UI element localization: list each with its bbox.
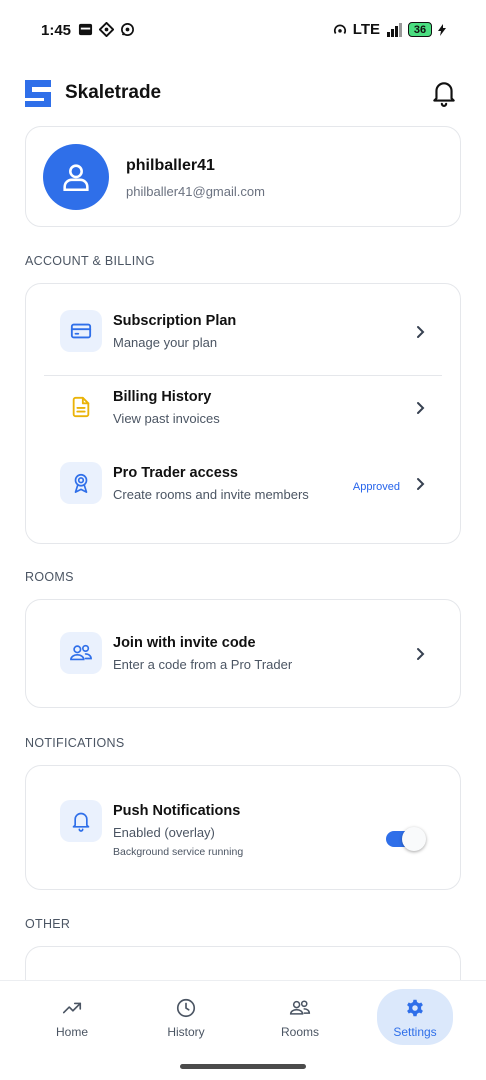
row-title: Billing History — [113, 389, 212, 405]
hotspot-icon — [333, 23, 346, 34]
status-system-icons: LTE 36 — [333, 21, 446, 38]
profile-card[interactable]: philballer41 philballer41@gmail.com — [25, 126, 461, 227]
row-title: Subscription Plan — [113, 313, 237, 329]
status-bar: 1:45 LTE 36 — [0, 0, 486, 60]
rooms-card: Join with invite code Enter a code from … — [25, 599, 461, 708]
users-icon — [289, 1000, 311, 1015]
clock-icon — [176, 998, 196, 1018]
subscription-icon-tile — [60, 310, 102, 352]
chevron-right-icon — [417, 326, 425, 338]
section-label-rooms: ROOMS — [25, 570, 74, 584]
section-label-notifications: NOTIFICATIONS — [25, 736, 125, 750]
chevron-right-icon — [417, 402, 425, 414]
row-title: Join with invite code — [113, 635, 256, 651]
app-header: Skaletrade — [25, 76, 461, 110]
status-time: 1:45 — [41, 22, 72, 39]
push-icon-tile — [60, 800, 102, 842]
nav-label: Rooms — [280, 1025, 319, 1039]
nav-rooms[interactable]: Rooms — [262, 989, 338, 1045]
app-title: Skaletrade — [65, 82, 162, 103]
gear-icon — [407, 999, 423, 1017]
nav-history[interactable]: History — [148, 989, 224, 1045]
settings-row-push-notifications: Push Notifications Enabled (overlay) Bac… — [26, 786, 462, 870]
row-title: Pro Trader access — [113, 465, 238, 481]
nav-label: History — [167, 1025, 205, 1039]
profile-email: philballer41@gmail.com — [126, 184, 265, 199]
push-notifications-toggle[interactable] — [386, 827, 426, 851]
notifications-bell-icon[interactable] — [431, 79, 457, 107]
home-indicator[interactable] — [180, 1064, 306, 1069]
status-badge: Approved — [352, 481, 400, 493]
billing-icon-tile — [60, 386, 102, 428]
account-billing-card: Subscription Plan Manage your plan Billi… — [25, 283, 461, 544]
settings-row-billing-history[interactable]: Billing History View past invoices — [26, 372, 462, 446]
settings-row-pro-trader-access[interactable]: Pro Trader access Create rooms and invit… — [26, 448, 462, 522]
bell-icon — [72, 812, 90, 832]
nav-home[interactable]: Home — [34, 989, 110, 1045]
notifications-card: Push Notifications Enabled (overlay) Bac… — [25, 765, 461, 890]
users-icon — [70, 644, 92, 661]
nav-label: Home — [55, 1025, 88, 1039]
whatsapp-icon — [121, 23, 134, 36]
trend-icon — [62, 1002, 82, 1014]
row-title: Push Notifications — [113, 803, 241, 819]
profile-name: philballer41 — [126, 157, 215, 174]
nav-label: Settings — [393, 1025, 437, 1039]
chevron-right-icon — [417, 648, 425, 660]
network-type: LTE — [352, 21, 380, 38]
row-subtitle: Enter a code from a Pro Trader — [113, 657, 293, 672]
credit-card-icon — [70, 323, 92, 339]
charging-icon — [438, 23, 446, 36]
battery-level: 36 — [408, 22, 432, 37]
row-subtitle: Manage your plan — [113, 335, 218, 350]
row-subtitle: View past invoices — [113, 411, 220, 426]
settings-row-join-invite-code[interactable]: Join with invite code Enter a code from … — [26, 618, 462, 692]
sync-icon — [99, 22, 114, 37]
section-label-account-billing: ACCOUNT & BILLING — [25, 254, 155, 268]
award-icon — [74, 473, 88, 493]
app-logo-icon — [25, 80, 51, 107]
user-icon — [63, 164, 89, 192]
join-icon-tile — [60, 632, 102, 674]
toggle-knob — [402, 827, 426, 851]
row-detail: Background service running — [113, 846, 244, 858]
section-label-other: OTHER — [25, 917, 71, 931]
row-subtitle: Enabled (overlay) — [113, 825, 215, 840]
signal-icon — [387, 22, 402, 37]
row-subtitle: Create rooms and invite members — [113, 487, 309, 502]
chevron-right-icon — [417, 478, 425, 490]
pro-trader-icon-tile — [60, 462, 102, 504]
status-notification-icons — [78, 22, 135, 37]
document-icon — [72, 396, 90, 418]
news-icon — [78, 23, 93, 36]
nav-settings[interactable]: Settings — [377, 989, 453, 1045]
settings-row-subscription-plan[interactable]: Subscription Plan Manage your plan — [26, 296, 462, 370]
avatar — [43, 144, 109, 210]
